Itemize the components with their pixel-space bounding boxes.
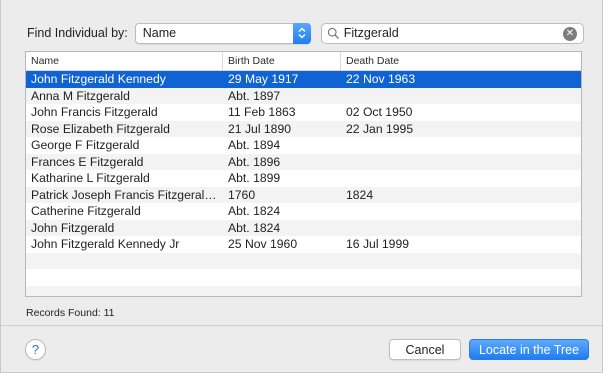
table-row[interactable]: John Fitzgerald Abt. 1824	[26, 219, 581, 236]
table-row[interactable]: Anna M Fitzgerald Abt. 1897	[26, 87, 581, 104]
table-row[interactable]: Patrick Joseph Francis Fitzgerald H... 17…	[26, 186, 581, 203]
cell-name: John Fitzgerald Kennedy Jr	[31, 237, 180, 252]
table-row[interactable]: John Fitzgerald Kennedy 29 May 1917 22 Nov…	[26, 71, 581, 88]
cell-name: John Fitzgerald Kennedy	[31, 72, 166, 87]
table-row[interactable]: Catherine Fitzgerald Abt. 1824	[26, 203, 581, 220]
cell-death-date: 22 Jan 1995	[346, 121, 414, 136]
table-header: Name Birth Date Death Date	[26, 52, 581, 71]
cancel-button[interactable]: Cancel	[389, 339, 461, 360]
cell-name: Frances E Fitzgerald	[31, 154, 144, 169]
chevron-updown-icon	[292, 22, 311, 44]
table-body: John Fitzgerald Kennedy 29 May 1917 22 Nov…	[26, 71, 581, 296]
search-icon	[327, 27, 340, 40]
cell-name: Patrick Joseph Francis Fitzgerald H...	[31, 187, 223, 202]
cell-birth-date: 11 Feb 1863	[228, 105, 296, 120]
cell-death-date: 22 Nov 1963	[346, 72, 416, 87]
cell-name: Catherine Fitzgerald	[31, 204, 141, 219]
cell-birth-date: 29 May 1917	[228, 72, 299, 87]
cell-death-date: 16 Jul 1999	[346, 237, 410, 252]
empty-row	[26, 285, 581, 296]
column-header-birth-date[interactable]: Birth Date	[223, 52, 341, 70]
table-row[interactable]: George F Fitzgerald Abt. 1894	[26, 137, 581, 154]
cell-birth-date: Abt. 1897	[228, 88, 281, 103]
cell-name: John Fitzgerald	[31, 220, 115, 235]
cell-birth-date: Abt. 1894	[228, 138, 281, 153]
table-row[interactable]: John Francis Fitzgerald 11 Feb 1863 02 Oct…	[26, 104, 581, 121]
find-by-popup[interactable]: Name	[134, 22, 311, 44]
footer-divider	[1, 325, 602, 326]
column-header-death-date[interactable]: Death Date	[341, 52, 581, 70]
cell-name: Katharine L Fitzgerald	[31, 171, 150, 186]
cell-death-date: 1824	[346, 187, 374, 202]
find-by-label: Find Individual by:	[27, 26, 128, 40]
find-individual-dialog: Find Individual by: Name ✕ Name Birth Da…	[0, 0, 603, 373]
table-row[interactable]: Frances E Fitzgerald Abt. 1896	[26, 153, 581, 170]
table-row[interactable]: John Fitzgerald Kennedy Jr 25 Nov 1960 16 …	[26, 236, 581, 253]
records-found: Records Found: 11	[26, 307, 115, 319]
cell-birth-date: Abt. 1824	[228, 220, 281, 235]
help-button[interactable]: ?	[25, 339, 46, 360]
results-table: Name Birth Date Death Date John Fitzgera…	[25, 51, 582, 297]
cell-name: John Francis Fitzgerald	[31, 105, 158, 120]
search-input[interactable]	[343, 26, 564, 40]
locate-in-tree-button[interactable]: Locate in the Tree	[469, 339, 589, 360]
cell-name: Rose Elizabeth Fitzgerald	[31, 121, 170, 136]
find-by-value: Name	[142, 26, 177, 40]
cell-birth-date: 1760	[228, 187, 256, 202]
cell-name: Anna M Fitzgerald	[31, 88, 130, 103]
cell-name: George F Fitzgerald	[31, 138, 140, 153]
empty-row	[26, 252, 581, 269]
cell-birth-date: Abt. 1824	[228, 204, 281, 219]
table-row[interactable]: Katharine L Fitzgerald Abt. 1899	[26, 170, 581, 187]
table-row[interactable]: Rose Elizabeth Fitzgerald 21 Jul 1890 22 J…	[26, 120, 581, 137]
cell-birth-date: 25 Nov 1960	[228, 237, 298, 252]
cell-birth-date: Abt. 1896	[228, 154, 281, 169]
find-row: Find Individual by: Name ✕	[27, 22, 584, 44]
cell-death-date: 02 Oct 1950	[346, 105, 413, 120]
cell-birth-date: Abt. 1899	[228, 171, 281, 186]
clear-search-icon[interactable]: ✕	[563, 26, 577, 41]
search-field[interactable]: ✕	[320, 22, 584, 44]
column-header-name[interactable]: Name	[26, 52, 223, 70]
cell-birth-date: 21 Jul 1890	[228, 121, 292, 136]
empty-row	[26, 269, 581, 286]
